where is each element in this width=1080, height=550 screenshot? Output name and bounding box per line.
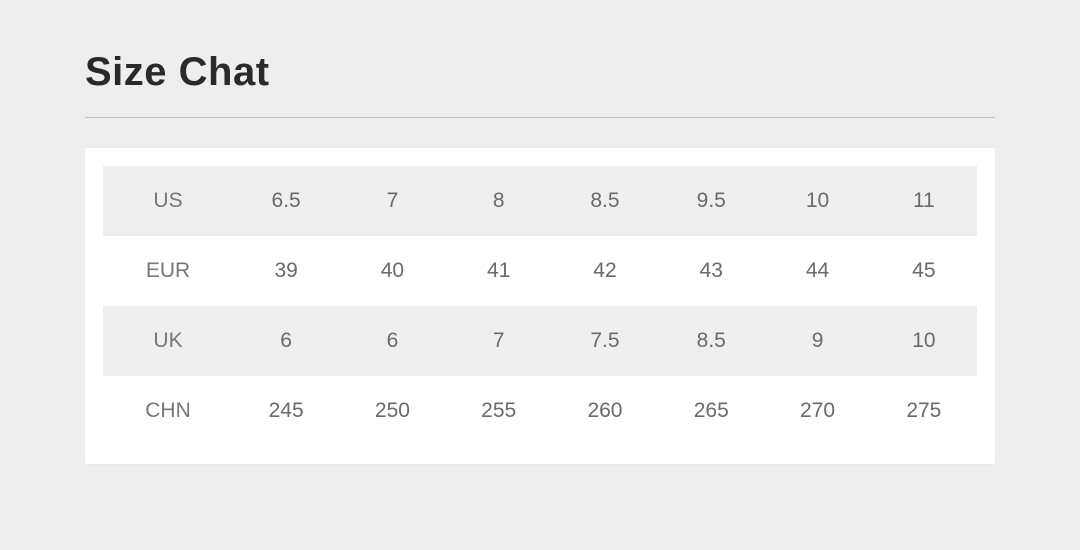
cell: 255 (446, 376, 552, 446)
cell: 275 (871, 376, 977, 446)
cell: 265 (658, 376, 764, 446)
cell: 39 (233, 236, 339, 306)
cell: 11 (871, 166, 977, 236)
page-title: Size Chat (85, 50, 995, 95)
cell: 42 (552, 236, 658, 306)
cell: 270 (764, 376, 870, 446)
table-row: EUR 39 40 41 42 43 44 45 (103, 236, 977, 306)
cell: 45 (871, 236, 977, 306)
row-label: EUR (103, 236, 233, 306)
cell: 44 (764, 236, 870, 306)
cell: 8 (446, 166, 552, 236)
row-label: US (103, 166, 233, 236)
row-label: UK (103, 306, 233, 376)
title-divider (85, 117, 995, 118)
cell: 260 (552, 376, 658, 446)
cell: 245 (233, 376, 339, 446)
cell: 6 (339, 306, 445, 376)
cell: 8.5 (552, 166, 658, 236)
cell: 9 (764, 306, 870, 376)
cell: 8.5 (658, 306, 764, 376)
cell: 40 (339, 236, 445, 306)
cell: 10 (871, 306, 977, 376)
size-chart-table: US 6.5 7 8 8.5 9.5 10 11 EUR 39 40 41 42… (103, 166, 977, 446)
size-chart-container: US 6.5 7 8 8.5 9.5 10 11 EUR 39 40 41 42… (85, 148, 995, 464)
cell: 7 (339, 166, 445, 236)
cell: 6.5 (233, 166, 339, 236)
cell: 10 (764, 166, 870, 236)
cell: 41 (446, 236, 552, 306)
cell: 9.5 (658, 166, 764, 236)
cell: 6 (233, 306, 339, 376)
cell: 43 (658, 236, 764, 306)
table-row: CHN 245 250 255 260 265 270 275 (103, 376, 977, 446)
row-label: CHN (103, 376, 233, 446)
table-row: US 6.5 7 8 8.5 9.5 10 11 (103, 166, 977, 236)
cell: 7 (446, 306, 552, 376)
table-row: UK 6 6 7 7.5 8.5 9 10 (103, 306, 977, 376)
cell: 250 (339, 376, 445, 446)
cell: 7.5 (552, 306, 658, 376)
